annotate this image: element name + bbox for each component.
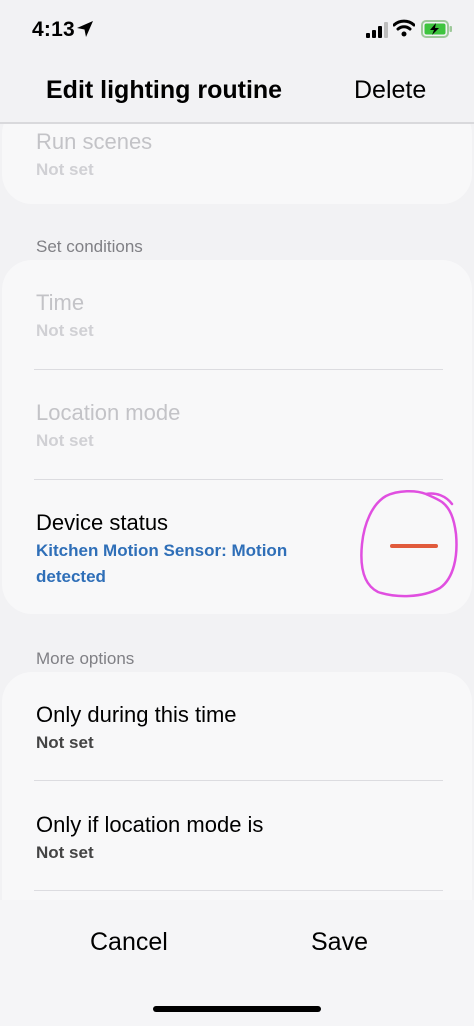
page-title: Edit lighting routine [46, 76, 283, 104]
battery-charging-icon [421, 20, 452, 38]
only-if-location-mode-value: Not set [36, 843, 94, 862]
save-button[interactable]: Save [311, 928, 368, 957]
actions-card: Run scenes Not set [2, 124, 472, 204]
device-status-value-line2: detected [36, 567, 106, 586]
content-scroll-area[interactable]: Run scenes Not set Set conditions Time N… [0, 124, 474, 900]
more-options-card: Only during this time Not set Only if lo… [2, 672, 472, 900]
home-indicator[interactable] [153, 1006, 321, 1012]
delete-button[interactable]: Delete [354, 76, 426, 105]
row-divider [34, 890, 443, 891]
device-status-title: Device status [36, 510, 169, 535]
location-mode-value: Not set [36, 431, 94, 450]
location-mode-condition-row[interactable]: Location mode Not set [2, 370, 472, 480]
only-during-time-row[interactable]: Only during this time Not set [2, 672, 472, 782]
wifi-icon [393, 19, 415, 37]
row-divider [34, 780, 443, 781]
more-options-label: More options [36, 649, 135, 668]
location-arrow-icon [77, 21, 93, 37]
run-scenes-value: Not set [36, 160, 94, 179]
only-during-time-title: Only during this time [36, 702, 237, 727]
cellular-signal-icon [366, 22, 388, 38]
cancel-button[interactable]: Cancel [90, 928, 168, 957]
status-time: 4:13 [32, 18, 75, 41]
time-title: Time [36, 290, 85, 315]
only-if-location-mode-title: Only if location mode is [36, 812, 264, 837]
run-scenes-title: Run scenes [36, 129, 153, 154]
location-mode-title: Location mode [36, 400, 181, 425]
only-if-location-mode-row[interactable]: Only if location mode is Not set [2, 782, 472, 892]
annotation-circle-mark [360, 490, 458, 598]
only-during-time-value: Not set [36, 733, 94, 752]
time-value: Not set [36, 321, 94, 340]
set-conditions-label: Set conditions [36, 237, 143, 256]
time-condition-row[interactable]: Time Not set [2, 260, 472, 370]
run-scenes-row[interactable]: Run scenes Not set [2, 124, 472, 214]
status-bar: 4:13 [0, 0, 474, 60]
bottom-action-bar: Cancel Save [0, 900, 474, 1026]
nav-header: Edit lighting routine Delete [0, 60, 474, 122]
device-status-value: Kitchen Motion Sensor: Motion [36, 541, 288, 560]
